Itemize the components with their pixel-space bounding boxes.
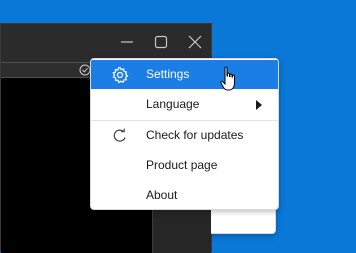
menu-item-label: Product page <box>146 158 218 172</box>
title-bar <box>1 24 276 234</box>
menu-item-label: About <box>146 188 178 202</box>
maximize-button[interactable] <box>149 30 173 54</box>
gear-icon <box>112 66 129 84</box>
menu-item-label: Language <box>146 97 200 111</box>
chevron-right-icon <box>256 100 262 110</box>
refresh-icon <box>113 128 126 142</box>
menu-item-product-page[interactable]: Product page <box>91 151 278 180</box>
menu-item-label: Check for updates <box>146 128 244 142</box>
minimize-icon <box>121 41 133 43</box>
menu-item-language[interactable]: Language <box>91 90 278 119</box>
menu-item-label: Settings <box>146 67 190 81</box>
options-menu: Settings Language Check for updates Prod… <box>90 58 279 210</box>
menu-item-check-for-updates[interactable]: Check for updates <box>91 121 278 150</box>
menu-item-settings[interactable]: Settings <box>91 60 278 89</box>
close-button[interactable] <box>183 30 207 54</box>
close-icon <box>188 35 202 49</box>
maximize-icon <box>154 35 168 49</box>
menu-item-about[interactable]: About <box>91 181 278 209</box>
minimize-button[interactable] <box>115 30 139 54</box>
hand-cursor-icon <box>220 66 235 91</box>
